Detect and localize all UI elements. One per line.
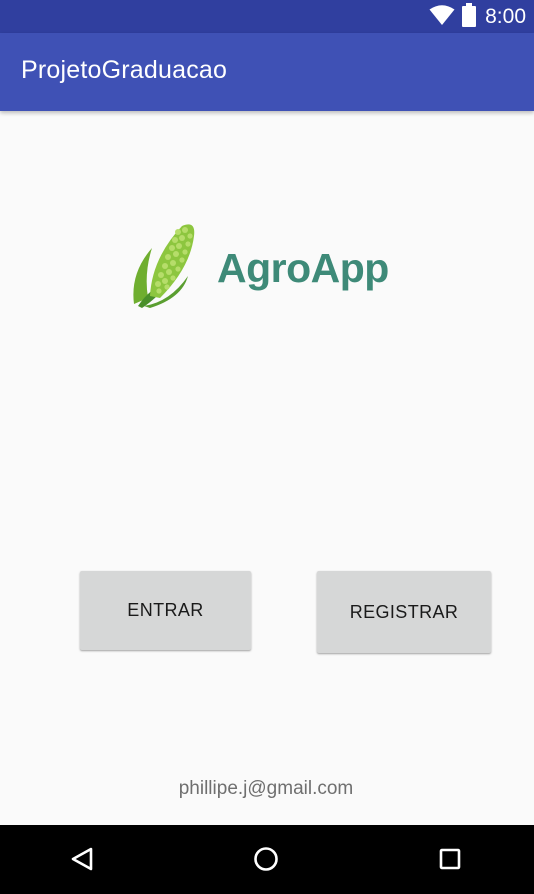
navigation-bar — [0, 825, 534, 894]
status-time: 8:00 — [485, 5, 526, 28]
screen: 8:00 ProjetoGraduacao AgroApp ENTRAR REG… — [0, 0, 534, 894]
entrar-button[interactable]: ENTRAR — [80, 571, 251, 650]
battery-icon — [461, 2, 477, 32]
footer-email: phillipe.j@gmail.com — [178, 778, 354, 799]
agroapp-logo: AgroApp — [130, 218, 390, 313]
back-icon[interactable] — [65, 842, 99, 876]
app-title: ProjetoGraduacao — [21, 56, 228, 84]
corn-icon — [130, 218, 200, 315]
home-icon[interactable] — [249, 842, 283, 876]
app-bar: ProjetoGraduacao — [0, 33, 534, 111]
status-bar: 8:00 — [0, 0, 534, 33]
recents-icon[interactable] — [433, 842, 467, 876]
registrar-button[interactable]: REGISTRAR — [317, 571, 491, 653]
logo-text: AgroApp — [217, 245, 389, 291]
wifi-icon — [429, 4, 455, 31]
status-icons: 8:00 — [429, 2, 526, 32]
